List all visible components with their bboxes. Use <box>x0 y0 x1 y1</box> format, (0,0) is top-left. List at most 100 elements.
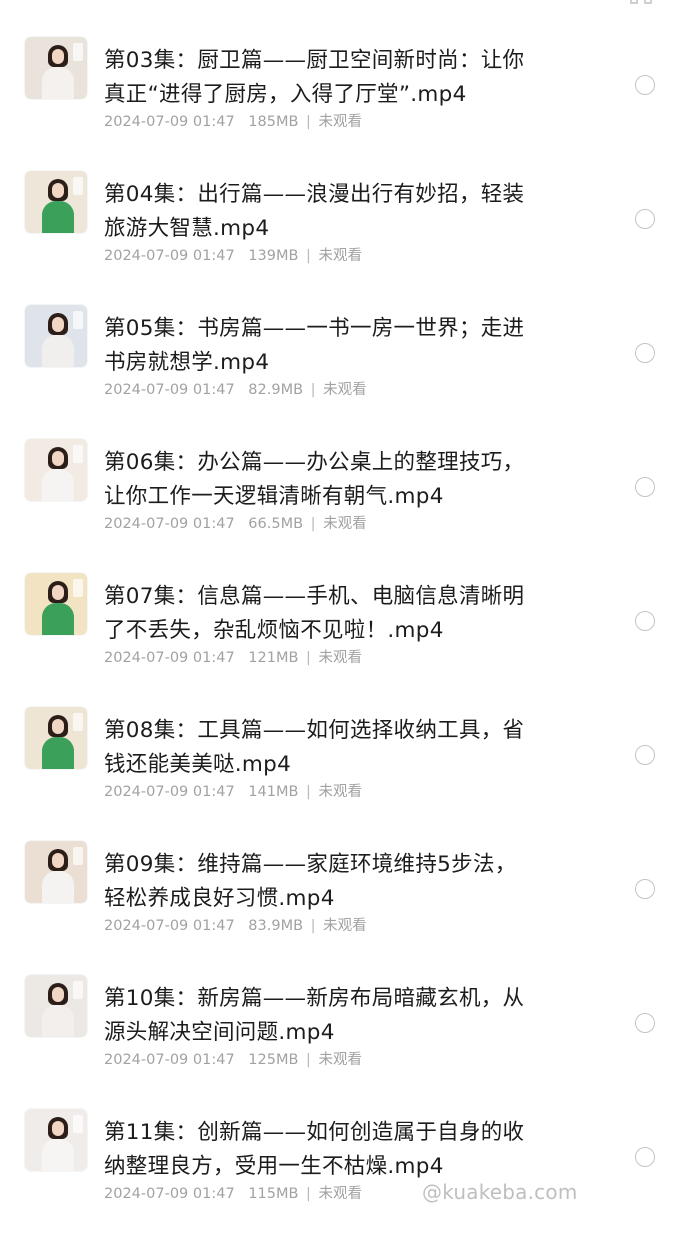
thumbnail-person-face <box>52 719 64 734</box>
file-date: 2024-07-09 01:47 <box>104 114 235 130</box>
file-title-line2: 轻松养成良好习惯.mp4 <box>104 886 335 911</box>
file-title: 第07集：信息篇——手机、电脑信息清晰明 了不丢失，杂乱烦恼不见啦！.mp4 <box>104 580 574 648</box>
file-title-line2: 真正“进得了厨房，入得了厅堂”.mp4 <box>104 82 467 107</box>
thumbnail-person-face <box>52 451 64 466</box>
meta-separator: | <box>310 516 316 532</box>
thumbnail-person-body <box>42 737 74 769</box>
meta-separator: | <box>310 918 316 934</box>
file-date: 2024-07-09 01:47 <box>104 1052 235 1068</box>
thumbnail-person-face <box>52 49 64 64</box>
file-title: 第05集：书房篇——一书一房一世界；走进 书房就想学.mp4 <box>104 312 574 380</box>
file-title-line1: 第06集：办公篇——办公桌上的整理技巧， <box>104 450 525 475</box>
file-size: 83.9MB <box>248 918 304 934</box>
thumbnail-person-face <box>52 987 64 1002</box>
meta-separator: | <box>306 650 311 666</box>
list-item[interactable]: 第08集：工具篇——如何选择收纳工具，省 钱还能美美哒.mp4 2024-07-… <box>0 680 690 814</box>
thumbnail-person-body <box>42 469 74 501</box>
list-item[interactable]: 第06集：办公篇——办公桌上的整理技巧， 让你工作一天逻辑清晰有朝气.mp4 2… <box>0 412 690 546</box>
video-thumbnail <box>25 37 87 99</box>
select-radio[interactable] <box>635 745 655 765</box>
list-item[interactable]: 第10集：新房篇——新房布局暗藏玄机，从 源头解决空间问题.mp4 2024-0… <box>0 948 690 1082</box>
watch-status: 未观看 <box>318 1186 363 1202</box>
file-date: 2024-07-09 01:47 <box>104 382 235 398</box>
video-thumbnail <box>25 171 87 233</box>
list-item[interactable]: 第09集：维持篇——家庭环境维持5步法， 轻松养成良好习惯.mp4 2024-0… <box>0 814 690 948</box>
meta-separator: | <box>306 248 311 264</box>
file-title: 第11集：创新篇——如何创造属于自身的收 纳整理良方，受用一生不枯燥.mp4 <box>104 1116 574 1184</box>
file-title-line1: 第05集：书房篇——一书一房一世界；走进 <box>104 316 525 341</box>
file-date: 2024-07-09 01:47 <box>104 248 235 264</box>
select-radio[interactable] <box>635 879 655 899</box>
file-meta: 2024-07-09 01:47 141MB | 未观看 <box>104 782 574 802</box>
thumbnail-decor <box>73 445 83 463</box>
file-title: 第10集：新房篇——新房布局暗藏玄机，从 源头解决空间问题.mp4 <box>104 982 574 1050</box>
thumbnail-person-body <box>42 871 74 903</box>
file-meta: 2024-07-09 01:47 66.5MB | 未观看 <box>104 514 574 534</box>
thumbnail-person-body <box>42 67 74 99</box>
thumbnail-decor <box>73 177 83 195</box>
thumbnail-decor <box>73 311 83 329</box>
list-item[interactable]: 第07集：信息篇——手机、电脑信息清晰明 了不丢失，杂乱烦恼不见啦！.mp4 2… <box>0 546 690 680</box>
thumbnail-decor <box>73 981 83 999</box>
file-title: 第09集：维持篇——家庭环境维持5步法， 轻松养成良好习惯.mp4 <box>104 848 574 916</box>
file-title-line2: 让你工作一天逻辑清晰有朝气.mp4 <box>104 484 444 509</box>
list-item[interactable]: 第04集：出行篇——浪漫出行有妙招，轻装 旅游大智慧.mp4 2024-07-0… <box>0 144 690 278</box>
file-title-line1: 第08集：工具篇——如何选择收纳工具，省 <box>104 718 525 743</box>
file-title-line2: 了不丢失，杂乱烦恼不见啦！.mp4 <box>104 618 444 643</box>
watch-status: 未观看 <box>318 784 363 800</box>
video-thumbnail <box>25 573 87 635</box>
file-title: 第06集：办公篇——办公桌上的整理技巧， 让你工作一天逻辑清晰有朝气.mp4 <box>104 446 574 514</box>
file-meta: 2024-07-09 01:47 125MB | 未观看 <box>104 1050 574 1070</box>
grid-view-icon[interactable] <box>630 0 652 4</box>
video-thumbnail <box>25 975 87 1037</box>
watch-status: 未观看 <box>318 114 363 130</box>
thumbnail-person-face <box>52 1121 64 1136</box>
file-title-line1: 第03集：厨卫篇——厨卫空间新时尚：让你 <box>104 48 525 73</box>
file-size: 185MB <box>248 114 299 130</box>
file-list-page: 第03集：厨卫篇——厨卫空间新时尚：让你 真正“进得了厨房，入得了厅堂”.mp4… <box>0 0 690 1235</box>
thumbnail-person-body <box>42 603 74 635</box>
thumbnail-person-body <box>42 335 74 367</box>
select-radio[interactable] <box>635 209 655 229</box>
file-meta: 2024-07-09 01:47 139MB | 未观看 <box>104 246 574 266</box>
thumbnail-decor <box>73 43 83 61</box>
meta-separator: | <box>310 382 316 398</box>
file-date: 2024-07-09 01:47 <box>104 1186 235 1202</box>
select-radio[interactable] <box>635 477 655 497</box>
file-size: 82.9MB <box>248 382 304 398</box>
thumbnail-decor <box>73 847 83 865</box>
select-radio[interactable] <box>635 611 655 631</box>
thumbnail-person-face <box>52 183 64 198</box>
file-title: 第08集：工具篇——如何选择收纳工具，省 钱还能美美哒.mp4 <box>104 714 574 782</box>
list-item[interactable]: 第11集：创新篇——如何创造属于自身的收 纳整理良方，受用一生不枯燥.mp4 2… <box>0 1082 690 1216</box>
file-date: 2024-07-09 01:47 <box>104 650 235 666</box>
video-thumbnail <box>25 841 87 903</box>
thumbnail-decor <box>73 713 83 731</box>
file-title-line1: 第09集：维持篇——家庭环境维持5步法， <box>104 852 517 877</box>
file-meta: 2024-07-09 01:47 83.9MB | 未观看 <box>104 916 574 936</box>
file-date: 2024-07-09 01:47 <box>104 516 235 532</box>
file-title-line1: 第04集：出行篇——浪漫出行有妙招，轻装 <box>104 182 525 207</box>
select-radio[interactable] <box>635 1147 655 1167</box>
file-title-line1: 第10集：新房篇——新房布局暗藏玄机，从 <box>104 986 525 1011</box>
thumbnail-person-body <box>42 201 74 233</box>
meta-separator: | <box>306 114 311 130</box>
list-item[interactable]: 第03集：厨卫篇——厨卫空间新时尚：让你 真正“进得了厨房，入得了厅堂”.mp4… <box>0 10 690 144</box>
video-thumbnail <box>25 1109 87 1171</box>
thumbnail-person-face <box>52 853 64 868</box>
meta-separator: | <box>306 1186 311 1202</box>
select-radio[interactable] <box>635 75 655 95</box>
select-radio[interactable] <box>635 1013 655 1033</box>
video-thumbnail <box>25 707 87 769</box>
file-size: 115MB <box>248 1186 299 1202</box>
file-meta: 2024-07-09 01:47 121MB | 未观看 <box>104 648 574 668</box>
file-size: 125MB <box>248 1052 299 1068</box>
meta-separator: | <box>306 1052 311 1068</box>
watch-status: 未观看 <box>323 516 367 532</box>
list-item[interactable]: 第05集：书房篇——一书一房一世界；走进 书房就想学.mp4 2024-07-0… <box>0 278 690 412</box>
file-size: 141MB <box>248 784 299 800</box>
file-title-line1: 第11集：创新篇——如何创造属于自身的收 <box>104 1120 525 1145</box>
thumbnail-person-face <box>52 585 64 600</box>
select-radio[interactable] <box>635 343 655 363</box>
file-size: 121MB <box>248 650 299 666</box>
